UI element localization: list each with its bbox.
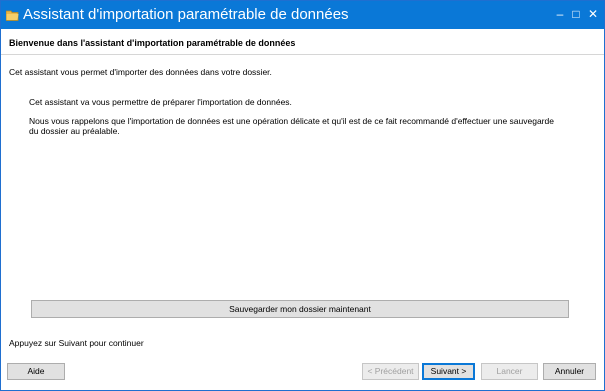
wizard-window: Assistant d'importation paramétrable de … [0,0,605,391]
window-title: Assistant d'importation paramétrable de … [23,6,349,23]
continue-hint: Appuyez sur Suivant pour continuer [9,338,144,348]
wizard-header: Bienvenue dans l'assistant d'importation… [1,29,604,55]
intro-text: Cet assistant vous permet d'importer des… [9,67,272,77]
backup-now-button[interactable]: Sauvegarder mon dossier maintenant [31,300,569,318]
page-title: Bienvenue dans l'assistant d'importation… [9,38,296,48]
description-text: Cet assistant va vous permettre de prépa… [29,97,292,107]
previous-button[interactable]: < Précédent [362,363,419,380]
maximize-button[interactable]: □ [568,6,584,22]
close-button[interactable]: ✕ [585,6,601,22]
warning-text: Nous vous rappelons que l'importation de… [29,116,554,136]
launch-button[interactable]: Lancer [481,363,538,380]
next-button[interactable]: Suivant > [422,363,475,380]
minimize-button[interactable]: – [552,6,568,22]
cancel-button[interactable]: Annuler [543,363,596,380]
title-bar[interactable]: Assistant d'importation paramétrable de … [1,1,604,29]
folder-icon [5,8,19,21]
help-button[interactable]: Aide [7,363,65,380]
